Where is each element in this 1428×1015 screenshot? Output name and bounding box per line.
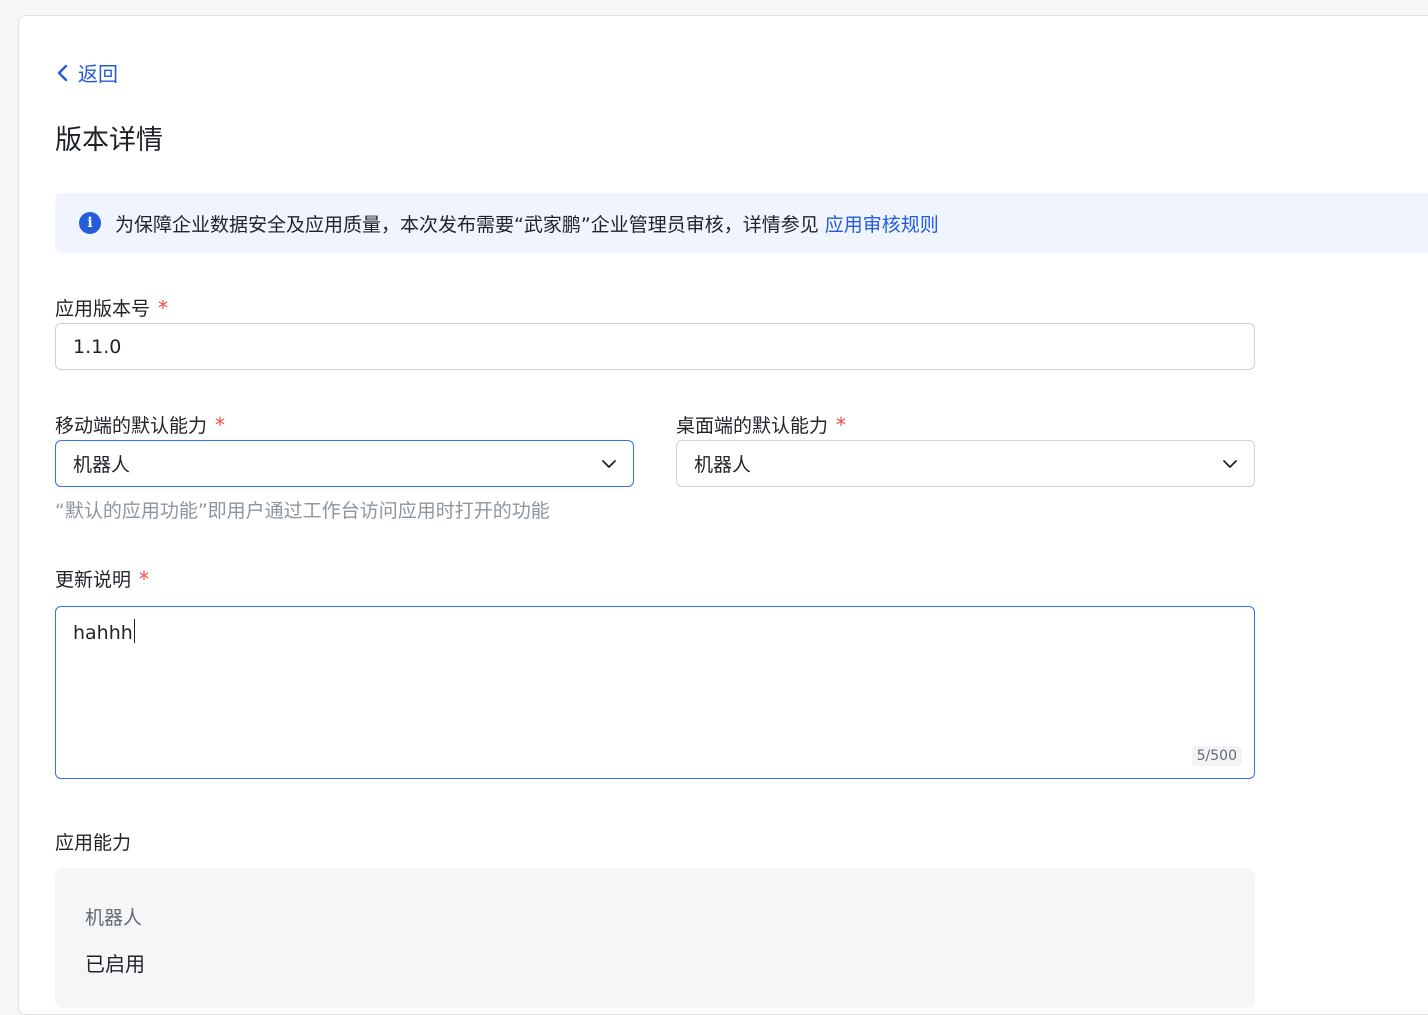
mobile-default-label: 移动端的默认能力 * — [55, 411, 225, 438]
capability-name: 机器人 — [85, 907, 143, 929]
version-label-text: 应用版本号 — [55, 298, 151, 320]
info-icon: i — [79, 212, 101, 234]
required-mark: * — [139, 566, 150, 591]
desktop-default-label-text: 桌面端的默认能力 — [676, 415, 829, 437]
review-rules-link[interactable]: 应用审核规则 — [825, 210, 939, 237]
required-mark: * — [836, 412, 847, 437]
default-capability-hint: “默认的应用功能”即用户通过工作台访问应用时打开的功能 — [55, 500, 550, 522]
version-input[interactable]: 1.1.0 — [55, 323, 1255, 370]
release-notes-label: 更新说明 * — [55, 565, 149, 592]
desktop-default-label: 桌面端的默认能力 * — [676, 411, 846, 438]
release-notes-value: hahhh — [73, 622, 133, 644]
capability-card: 机器人 已启用 — [55, 868, 1255, 1008]
required-mark: * — [215, 412, 226, 437]
character-counter: 5/500 — [1191, 746, 1242, 766]
mobile-default-select[interactable]: 机器人 — [55, 440, 634, 487]
chevron-down-icon — [602, 459, 616, 468]
notice-text: 为保障企业数据安全及应用质量，本次发布需要“武家鹏”企业管理员审核，详情参见 — [115, 213, 819, 236]
capability-status: 已启用 — [85, 952, 145, 976]
chevron-left-icon — [57, 64, 68, 81]
capabilities-section-title: 应用能力 — [55, 832, 132, 854]
desktop-default-select[interactable]: 机器人 — [676, 440, 1255, 487]
mobile-default-value: 机器人 — [73, 454, 131, 476]
review-notice-banner: i 为保障企业数据安全及应用质量，本次发布需要“武家鹏”企业管理员审核，详情参见… — [55, 193, 1428, 253]
release-notes-textarea[interactable]: hahhh 5/500 — [55, 606, 1255, 779]
desktop-default-value: 机器人 — [694, 454, 752, 476]
back-link[interactable]: 返回 — [56, 58, 118, 87]
required-mark: * — [158, 295, 169, 320]
version-label: 应用版本号 * — [55, 294, 168, 321]
text-caret — [133, 619, 135, 643]
version-value: 1.1.0 — [73, 335, 122, 358]
chevron-down-icon — [1223, 459, 1237, 468]
back-label: 返回 — [78, 62, 118, 86]
release-notes-label-text: 更新说明 — [55, 569, 132, 591]
page-title: 版本详情 — [55, 125, 163, 156]
mobile-default-label-text: 移动端的默认能力 — [55, 415, 208, 437]
